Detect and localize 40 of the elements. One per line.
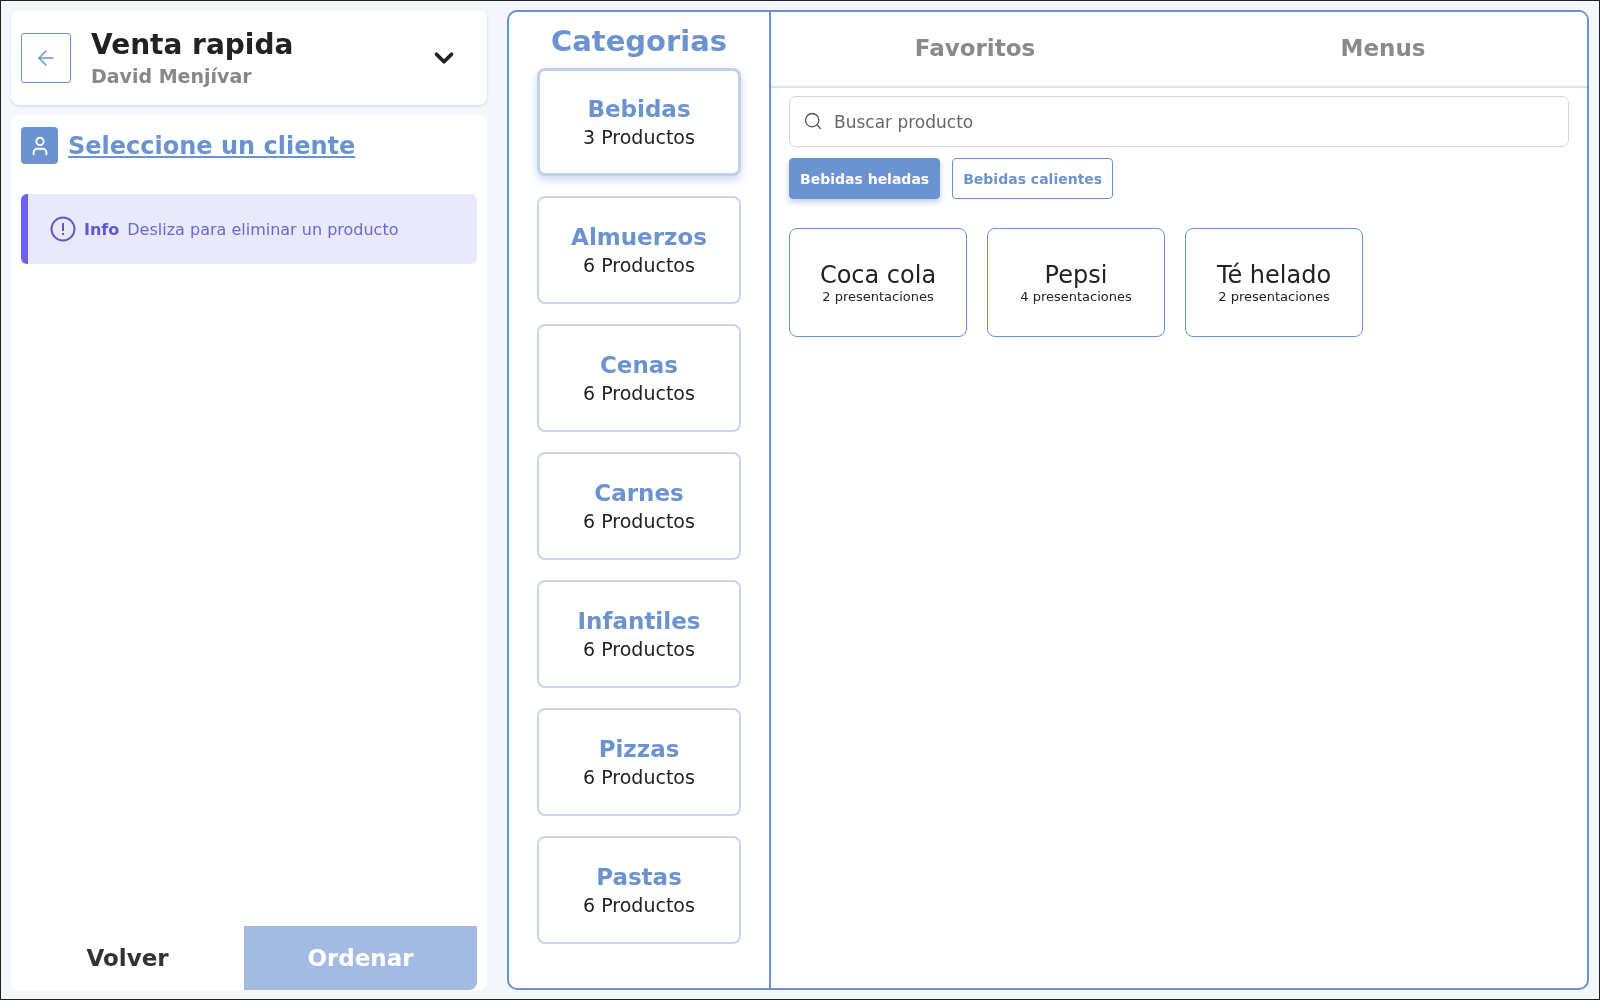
order-title: Venta rapida (91, 28, 295, 61)
product-card[interactable]: Té helado 2 presentaciones (1185, 228, 1363, 337)
category-count: 6 Productos (583, 254, 695, 276)
product-detail: 4 presentaciones (1020, 289, 1132, 304)
product-name: Té helado (1216, 261, 1332, 289)
search-icon (803, 111, 823, 131)
category-card[interactable]: Pizzas 6 Productos (537, 708, 741, 816)
category-name: Infantiles (577, 608, 701, 634)
category-name: Pizzas (598, 736, 680, 762)
category-name: Carnes (594, 480, 684, 506)
product-detail: 2 presentaciones (822, 289, 934, 304)
product-card[interactable]: Coca cola 2 presentaciones (789, 228, 967, 337)
category-name: Almuerzos (571, 224, 707, 250)
info-icon (50, 216, 76, 242)
category-count: 3 Productos (583, 126, 695, 148)
category-count: 6 Productos (583, 382, 695, 404)
category-card[interactable]: Infantiles 6 Productos (537, 580, 741, 688)
category-count: 6 Productos (583, 894, 695, 916)
category-count: 6 Productos (583, 638, 695, 660)
category-name: Bebidas (587, 96, 691, 122)
alert-label: Info (84, 219, 120, 239)
category-count: 6 Productos (583, 766, 695, 788)
product-name: Pepsi (1044, 261, 1108, 289)
order-subtitle: David Menjívar (91, 65, 253, 87)
alert-message: Desliza para eliminar un producto (127, 219, 399, 239)
category-name: Cenas (599, 352, 679, 378)
category-card[interactable]: Almuerzos 6 Productos (537, 196, 741, 304)
category-card[interactable]: Pastas 6 Productos (537, 836, 741, 944)
user-icon (21, 127, 58, 164)
category-card[interactable]: Cenas 6 Productos (537, 324, 741, 432)
product-card[interactable]: Pepsi 4 presentaciones (987, 228, 1165, 337)
category-card[interactable]: Bebidas 3 Productos (537, 68, 741, 176)
product-name: Coca cola (819, 261, 937, 289)
category-name: Pastas (596, 864, 682, 890)
category-count: 6 Productos (583, 510, 695, 532)
back-button[interactable] (21, 32, 71, 83)
search-field[interactable]: Buscar producto (789, 96, 1569, 147)
categories-title: Categorias (550, 24, 728, 58)
category-card[interactable]: Carnes 6 Productos (537, 452, 741, 560)
product-detail: 2 presentaciones (1218, 289, 1330, 304)
